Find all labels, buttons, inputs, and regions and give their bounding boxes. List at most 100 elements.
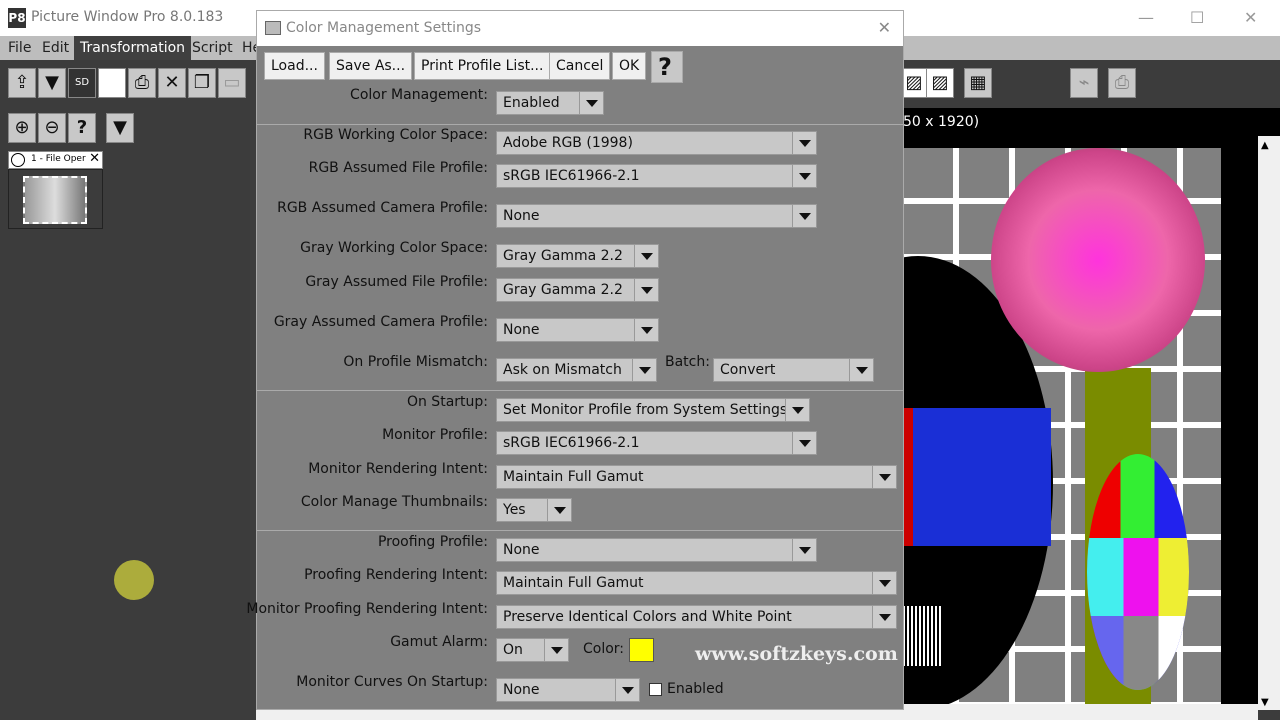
- print-proof-icon[interactable]: ⎙: [1108, 68, 1136, 98]
- zoom-in-icon[interactable]: ⊕: [8, 113, 36, 143]
- label: Gamut Alarm:: [390, 634, 488, 650]
- label: RGB Working Color Space:: [303, 127, 488, 143]
- blue-bar: [913, 408, 1051, 546]
- print-profile-list-button[interactable]: Print Profile List...: [414, 52, 551, 80]
- monitor-proofing-intent-select[interactable]: Preserve Identical Colors and White Poin…: [496, 605, 897, 629]
- vertical-scrollbar[interactable]: ▲ ▼: [1258, 136, 1280, 710]
- color-management-dialog: Color Management Settings ✕ Load... Save…: [246, 10, 904, 710]
- load-button[interactable]: Load...: [264, 52, 325, 80]
- rgb-working-select[interactable]: Adobe RGB (1998): [496, 131, 817, 155]
- zoom-out-icon[interactable]: ⊖: [38, 113, 66, 143]
- chevron-down-icon: [792, 205, 816, 227]
- color-management-select[interactable]: Enabled: [496, 91, 604, 115]
- watermark: www.softzkeys.com: [695, 643, 898, 665]
- batch-select[interactable]: Convert: [713, 358, 874, 382]
- mismatch-select[interactable]: Ask on Mismatch: [496, 358, 657, 382]
- menu-edit[interactable]: Edit: [36, 36, 75, 60]
- monitor-intent-select[interactable]: Maintain Full Gamut: [496, 465, 897, 489]
- row-thumbnails: Color Manage Thumbnails: Yes: [257, 494, 903, 522]
- print-icon[interactable]: ⎙: [128, 68, 156, 98]
- label: RGB Assumed Camera Profile:: [277, 200, 488, 216]
- label: On Profile Mismatch:: [343, 354, 488, 370]
- gray-camera-select[interactable]: None: [496, 318, 659, 342]
- startup-select[interactable]: Set Monitor Profile from System Settings: [496, 398, 810, 422]
- close-button[interactable]: ✕: [1244, 8, 1257, 27]
- proofing-intent-select[interactable]: Maintain Full Gamut: [496, 571, 897, 595]
- gray-file-select[interactable]: Gray Gamma 2.2: [496, 278, 659, 302]
- scroll-down-icon[interactable]: ▼: [1261, 697, 1269, 708]
- color-ellipse: [1087, 454, 1189, 690]
- maximize-button[interactable]: ☐: [1190, 8, 1204, 27]
- monitor-graph-icon[interactable]: ⌁: [1070, 68, 1098, 98]
- menu-file[interactable]: File: [2, 36, 37, 60]
- thumbnails-select[interactable]: Yes: [496, 498, 572, 522]
- grid-icon[interactable]: ▦: [964, 68, 992, 98]
- pattern-icon[interactable]: ▨: [900, 68, 928, 98]
- sd-card-icon[interactable]: SD: [68, 68, 96, 98]
- selected-value: sRGB IEC61966-2.1: [503, 435, 640, 451]
- minimize-button[interactable]: —: [1138, 8, 1154, 27]
- monitor-curves-select[interactable]: None: [496, 678, 640, 702]
- scroll-up-icon[interactable]: ▲: [1261, 140, 1269, 151]
- chevron-down-icon: [792, 432, 816, 454]
- chevron-down-icon: [615, 679, 639, 701]
- row-gamut-alarm: Gamut Alarm: On Color: www.softzkeys.com: [257, 634, 903, 665]
- row-rgb-file: RGB Assumed File Profile: sRGB IEC61966-…: [257, 160, 903, 188]
- image-canvas[interactable]: [903, 136, 1258, 710]
- ok-button[interactable]: OK: [612, 52, 647, 80]
- label: Proofing Profile:: [377, 534, 488, 550]
- chevron-down-icon: [634, 279, 658, 301]
- gray-working-select[interactable]: Gray Gamma 2.2: [496, 244, 659, 268]
- row-gray-camera: Gray Assumed Camera Profile: None: [257, 314, 903, 342]
- selected-value: Maintain Full Gamut: [503, 575, 644, 591]
- paste-icon[interactable]: ▭: [218, 68, 246, 98]
- dialog-close-button[interactable]: ✕: [878, 18, 891, 37]
- enabled-checkbox[interactable]: [649, 683, 662, 696]
- menu-transformation[interactable]: Transformation: [74, 36, 192, 60]
- chevron-down-icon: [872, 572, 896, 594]
- selected-value: Gray Gamma 2.2: [503, 248, 623, 264]
- close-tab-icon[interactable]: ✕: [89, 151, 100, 166]
- divider: [257, 390, 903, 391]
- help-button[interactable]: ?: [651, 51, 683, 83]
- thumbnail-tab[interactable]: 1 - File Oper ✕: [8, 151, 103, 169]
- rgb-camera-select[interactable]: None: [496, 204, 817, 228]
- selected-value: Enabled: [503, 95, 560, 111]
- row-color-management: Color Management: Enabled: [257, 87, 903, 115]
- pattern-icon[interactable]: ▨: [926, 68, 954, 98]
- selected-value: Yes: [503, 502, 526, 518]
- dialog-title: Color Management Settings: [286, 20, 482, 36]
- app-logo-icon: P8: [8, 8, 26, 28]
- label: Gray Assumed Camera Profile:: [273, 314, 488, 330]
- copy-icon[interactable]: ❐: [188, 68, 216, 98]
- label: Monitor Proofing Rendering Intent:: [246, 601, 488, 617]
- menu-script[interactable]: Script: [186, 36, 239, 60]
- label: Proofing Rendering Intent:: [304, 567, 488, 583]
- monitor-profile-select[interactable]: sRGB IEC61966-2.1: [496, 431, 817, 455]
- row-mismatch: On Profile Mismatch: Ask on Mismatch Bat…: [257, 354, 903, 382]
- enabled-label: Enabled: [667, 681, 724, 697]
- selected-value: Adobe RGB (1998): [503, 135, 633, 151]
- cursor-highlight: [114, 560, 154, 600]
- proofing-profile-select[interactable]: None: [496, 538, 817, 562]
- selected-value: Ask on Mismatch: [503, 362, 622, 378]
- row-rgb-working: RGB Working Color Space: Adobe RGB (1998…: [257, 127, 903, 155]
- open-icon[interactable]: ⇪: [8, 68, 36, 98]
- chevron-down-icon: [872, 606, 896, 628]
- row-proofing-intent: Proofing Rendering Intent: Maintain Full…: [257, 567, 903, 595]
- thumbnail[interactable]: [8, 169, 103, 229]
- thumbnail-tab-label: 1 - File Oper: [31, 154, 86, 164]
- help-icon[interactable]: ?: [68, 113, 96, 143]
- rgb-file-select[interactable]: sRGB IEC61966-2.1: [496, 164, 817, 188]
- save-as-button[interactable]: Save As...: [329, 52, 413, 80]
- gamut-alarm-select[interactable]: On: [496, 638, 569, 662]
- dropdown-icon[interactable]: ▼: [106, 113, 134, 143]
- blank-icon[interactable]: [98, 68, 126, 98]
- selected-value: On: [503, 642, 523, 658]
- save-icon[interactable]: ▼: [38, 68, 66, 98]
- cancel-button[interactable]: Cancel: [549, 52, 611, 80]
- delete-icon[interactable]: ✕: [158, 68, 186, 98]
- label: On Startup:: [406, 394, 488, 410]
- thumbnail-image: [23, 176, 87, 224]
- gamut-color-swatch[interactable]: [629, 638, 654, 662]
